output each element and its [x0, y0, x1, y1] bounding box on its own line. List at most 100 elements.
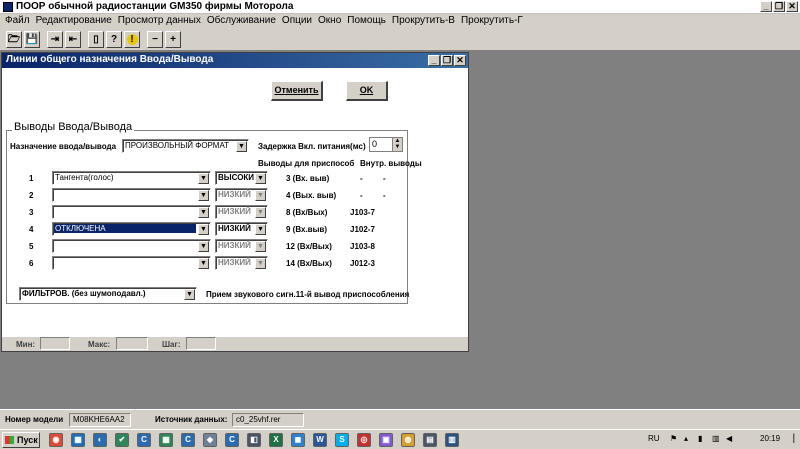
row-function-select[interactable]: ▼ [52, 239, 211, 253]
taskbar-button[interactable]: ◎ [357, 433, 371, 447]
audio-filter-caption: Прием звукового сигн.11-й вывод приспосо… [206, 290, 410, 299]
taskbar-button[interactable]: W [313, 433, 327, 447]
row-function-select[interactable]: ОТКЛЮЧЕНА ▼ [52, 222, 211, 236]
menu-view-data[interactable]: Просмотр данных [116, 14, 205, 29]
plus-icon: + [170, 34, 176, 45]
minus-icon: − [152, 34, 158, 45]
row-function-value: Тангента(голос) [55, 173, 114, 182]
row-level-select[interactable]: НИЗКИЙ ▼ [215, 239, 268, 253]
row-internal-pin-2: - [383, 174, 386, 183]
taskbar-button[interactable]: ✔ [115, 433, 129, 447]
row-level-select[interactable]: НИЗКИЙ ▼ [215, 188, 268, 202]
menu-edit[interactable]: Редактирование [34, 14, 116, 29]
step-label: Шаг: [162, 340, 181, 349]
taskbar-button[interactable]: ◍ [401, 433, 415, 447]
child-close-button[interactable]: ✕ [454, 55, 466, 66]
cancel-label: Отменить [274, 85, 319, 95]
model-value: M08KHE6AA2 [69, 413, 131, 427]
row-function-value: ОТКЛЮЧЕНА [54, 224, 196, 233]
menu-bar: Файл Редактирование Просмотр данных Обсл… [0, 14, 800, 29]
menu-scroll-v[interactable]: Прокрутить-В [390, 14, 459, 29]
menu-scroll-h[interactable]: Прокрутить-Г [459, 14, 527, 29]
info-button[interactable]: ! [124, 31, 140, 48]
taskbar-button[interactable]: ◉ [49, 433, 63, 447]
help-icon: ? [110, 34, 118, 45]
language-indicator[interactable]: RU [648, 434, 660, 443]
min-label: Мин: [16, 340, 36, 349]
row-function-select[interactable]: ▼ [52, 256, 211, 270]
taskbar-button[interactable]: ▤ [423, 433, 437, 447]
row-number: 1 [29, 174, 34, 183]
cancel-button[interactable]: Отменить [271, 81, 323, 101]
close-button[interactable]: ✕ [786, 1, 798, 12]
minimize-button[interactable]: _ [760, 1, 772, 12]
write-radio-icon: ⇤ [68, 34, 78, 45]
help-button[interactable]: ? [106, 31, 122, 48]
taskbar-button[interactable]: ◧ [247, 433, 261, 447]
arrow-up-icon[interactable]: ▴ [684, 434, 688, 443]
taskbar-button[interactable]: ◐ [93, 433, 107, 447]
chevron-down-icon: ▼ [236, 141, 247, 152]
row-function-select[interactable]: ▼ [52, 188, 211, 202]
taskbar-button[interactable]: S [335, 433, 349, 447]
flag-icon[interactable]: ⚑ [670, 434, 677, 443]
word-icon: W [314, 434, 326, 446]
delay-spinner[interactable]: 0 ▲ ▼ [369, 137, 403, 152]
write-radio-button[interactable]: ⇤ [65, 31, 81, 48]
purpose-select[interactable]: ПРОИЗВОЛЬНЫЙ ФОРМАТ ▼ [122, 139, 249, 153]
minus-button[interactable]: − [147, 31, 163, 48]
preview-button[interactable]: ▯ [88, 31, 104, 48]
taskbar-button[interactable]: ▣ [379, 433, 393, 447]
excel-icon: X [270, 434, 282, 446]
taskbar-button[interactable]: ◆ [203, 433, 217, 447]
row-function-select[interactable]: ▼ [52, 205, 211, 219]
taskbar-button[interactable]: ▥ [445, 433, 459, 447]
taskbar-button[interactable]: ▦ [159, 433, 173, 447]
taskbar-button[interactable]: ◼ [291, 433, 305, 447]
row-level-value: НИЗКИЙ [218, 258, 251, 267]
menu-service[interactable]: Обслуживание [205, 14, 280, 29]
row-number: 6 [29, 259, 34, 268]
save-button[interactable]: 💾 [24, 31, 40, 48]
start-button[interactable]: Пуск [2, 432, 40, 448]
row-function-select[interactable]: Тангента(голос) ▼ [52, 171, 211, 185]
child-minimize-button[interactable]: _ [428, 55, 440, 66]
network-icon[interactable]: ▥ [712, 434, 720, 443]
chrome-icon: ◉ [50, 434, 62, 446]
taskbar-button[interactable]: X [269, 433, 283, 447]
purpose-label: Назначение ввода/вывода [10, 142, 117, 151]
audio-filter-select[interactable]: ФИЛЬТРОВ. (без шумоподавл.) ▼ [19, 287, 197, 301]
spinner-arrows-icon[interactable]: ▲ ▼ [392, 138, 402, 151]
menu-help[interactable]: Помощь [345, 14, 390, 29]
row-level-select[interactable]: НИЗКИЙ ▼ [215, 256, 268, 270]
chevron-down-icon: ▼ [255, 258, 266, 269]
row-level-value: ВЫСОКИ [218, 173, 255, 182]
taskbar-button[interactable]: ▦ [71, 433, 85, 447]
show-desktop-icon[interactable]: ▕ [788, 434, 794, 443]
row-level-select[interactable]: НИЗКИЙ ▼ [215, 222, 268, 236]
restore-button[interactable]: ❐ [773, 1, 785, 12]
battery-icon[interactable]: ▮ [698, 434, 702, 443]
menu-options[interactable]: Опции [280, 14, 316, 29]
app-icon: ◼ [292, 434, 304, 446]
row-level-select[interactable]: ВЫСОКИ ▼ [215, 171, 268, 185]
taskbar: Пуск ◉ ▦ ◐ ✔ C ▦ C ◆ C ◧ X ◼ W S ◎ ▣ ◍ ▤ ▥ RU ⚑ ▴ ▮ ▥ ◀ 20… [0, 429, 800, 449]
row-level-value: НИЗКИЙ [218, 207, 251, 216]
ok-button[interactable]: OK [346, 81, 388, 101]
chevron-down-icon: ▼ [198, 173, 209, 184]
chevron-down-icon: ▼ [184, 289, 195, 300]
taskbar-button[interactable]: C [225, 433, 239, 447]
row-level-select[interactable]: НИЗКИЙ ▼ [215, 205, 268, 219]
open-button[interactable]: 🗁 [6, 31, 22, 48]
taskbar-button[interactable]: C [181, 433, 195, 447]
taskbar-button[interactable]: C [137, 433, 151, 447]
clock[interactable]: 20:19 [760, 434, 780, 443]
internal-pins-header: Внутр. выводы [360, 159, 422, 168]
menu-window[interactable]: Окно [316, 14, 345, 29]
min-field [40, 337, 70, 350]
plus-button[interactable]: + [165, 31, 181, 48]
menu-file[interactable]: Файл [3, 14, 34, 29]
child-restore-button[interactable]: ❐ [441, 55, 453, 66]
volume-icon[interactable]: ◀ [726, 434, 732, 443]
read-radio-button[interactable]: ⇥ [47, 31, 63, 48]
